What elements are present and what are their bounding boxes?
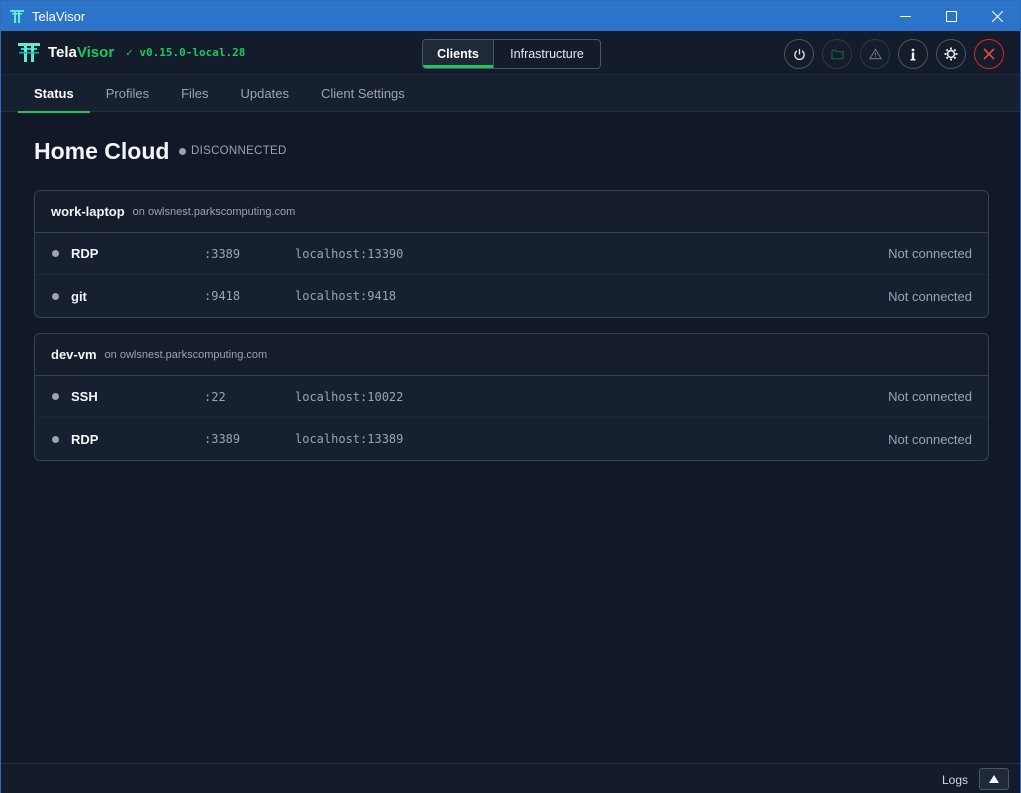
service-row[interactable]: git :9418 localhost:9418 Not connected (35, 275, 988, 317)
service-row[interactable]: SSH :22 localhost:10022 Not connected (35, 376, 988, 418)
service-port: :9418 (204, 289, 241, 303)
warning-button[interactable] (860, 39, 890, 69)
connection-status: DISCONNECTED (179, 145, 287, 157)
service-status-dot (52, 292, 59, 300)
gear-icon (944, 47, 958, 61)
brand: TelaVisor ✓ v0.15.0-local.28 (17, 40, 245, 64)
brand-name-tela: Tela (48, 43, 77, 61)
service-state: Not connected (888, 246, 972, 261)
tab-client-settings[interactable]: Client Settings (305, 75, 421, 112)
service-name: git (71, 288, 87, 304)
power-button[interactable] (784, 39, 814, 69)
version-label: ✓ v0.15.0-local.28 (126, 45, 246, 59)
machine-host: on owlsnest.parkscomputing.com (132, 205, 296, 218)
maximize-button[interactable] (928, 1, 974, 31)
telavisor-app-icon (10, 10, 24, 23)
page-title: Home Cloud (34, 138, 170, 164)
minimize-button[interactable] (882, 1, 928, 31)
brand-name-visor: Visor (76, 43, 115, 61)
app-window: TelaVisor TelaVisor ✓ v0.15.0-local.28 C… (0, 0, 1021, 793)
service-row[interactable]: RDP :3389 localhost:13390 Not connected (35, 233, 988, 275)
service-name: RDP (71, 431, 99, 447)
mode-switch: Clients Infrastructure (422, 39, 601, 69)
tab-updates[interactable]: Updates (225, 75, 305, 112)
settings-button[interactable] (936, 39, 966, 69)
machine-name: work-laptop (51, 204, 125, 219)
info-icon (910, 48, 916, 60)
service-name: SSH (71, 389, 98, 404)
logs-label[interactable]: Logs (942, 773, 968, 787)
power-icon (793, 48, 805, 60)
folder-icon (830, 49, 844, 60)
service-state: Not connected (888, 431, 972, 447)
infrastructure-mode-button[interactable]: Infrastructure (494, 40, 600, 68)
machine-header: work-laptop on owlsnest.parkscomputing.c… (35, 191, 988, 233)
service-local-address: localhost:13390 (295, 246, 404, 261)
service-status-dot (52, 250, 59, 257)
tab-status[interactable]: Status (18, 75, 90, 113)
clients-mode-button[interactable]: Clients (423, 40, 494, 68)
folder-button[interactable] (822, 39, 852, 69)
service-port: :3389 (204, 246, 241, 261)
tab-bar: Status Profiles Files Updates Client Set… (1, 75, 1020, 113)
status-dot (179, 147, 186, 155)
quit-button[interactable] (974, 39, 1004, 69)
service-status-dot (52, 393, 59, 400)
service-port: :22 (204, 389, 226, 404)
close-icon (991, 10, 1003, 22)
header-actions (784, 39, 1004, 69)
tab-profiles[interactable]: Profiles (90, 75, 165, 112)
service-status-dot (52, 435, 59, 443)
service-state: Not connected (888, 389, 972, 404)
machine-card: dev-vm on owlsnest.parkscomputing.com SS… (34, 333, 989, 461)
window-title: TelaVisor (32, 8, 86, 24)
service-name: RDP (71, 246, 99, 261)
window-titlebar: TelaVisor (1, 1, 1020, 31)
tab-files[interactable]: Files (165, 75, 224, 112)
service-state: Not connected (888, 288, 972, 304)
service-local-address: localhost:9418 (295, 289, 397, 303)
logs-toggle-button[interactable] (979, 768, 1009, 790)
service-local-address: localhost:13389 (295, 432, 404, 446)
service-local-address: localhost:10022 (295, 389, 404, 404)
machine-host: on owlsnest.parkscomputing.com (104, 348, 268, 361)
brand-name: TelaVisor (48, 44, 114, 61)
machine-card: work-laptop on owlsnest.parkscomputing.c… (34, 190, 989, 318)
window-close-button[interactable] (974, 1, 1020, 31)
maximize-icon (945, 10, 957, 22)
minimize-icon (899, 15, 911, 17)
info-button[interactable] (898, 39, 928, 69)
warning-icon (868, 48, 882, 60)
footer-bar: Logs (1, 763, 1020, 793)
telavisor-logo-icon (18, 43, 40, 62)
triangle-up-icon (989, 775, 999, 783)
machine-header: dev-vm on owlsnest.parkscomputing.com (35, 334, 988, 376)
app-header: TelaVisor ✓ v0.15.0-local.28 Clients Inf… (1, 31, 1020, 75)
close-circle-icon (983, 48, 995, 60)
service-row[interactable]: RDP :3389 localhost:13389 Not connected (35, 418, 988, 460)
status-text: DISCONNECTED (191, 145, 287, 157)
machine-name: dev-vm (51, 347, 97, 362)
service-port: :3389 (204, 432, 241, 446)
